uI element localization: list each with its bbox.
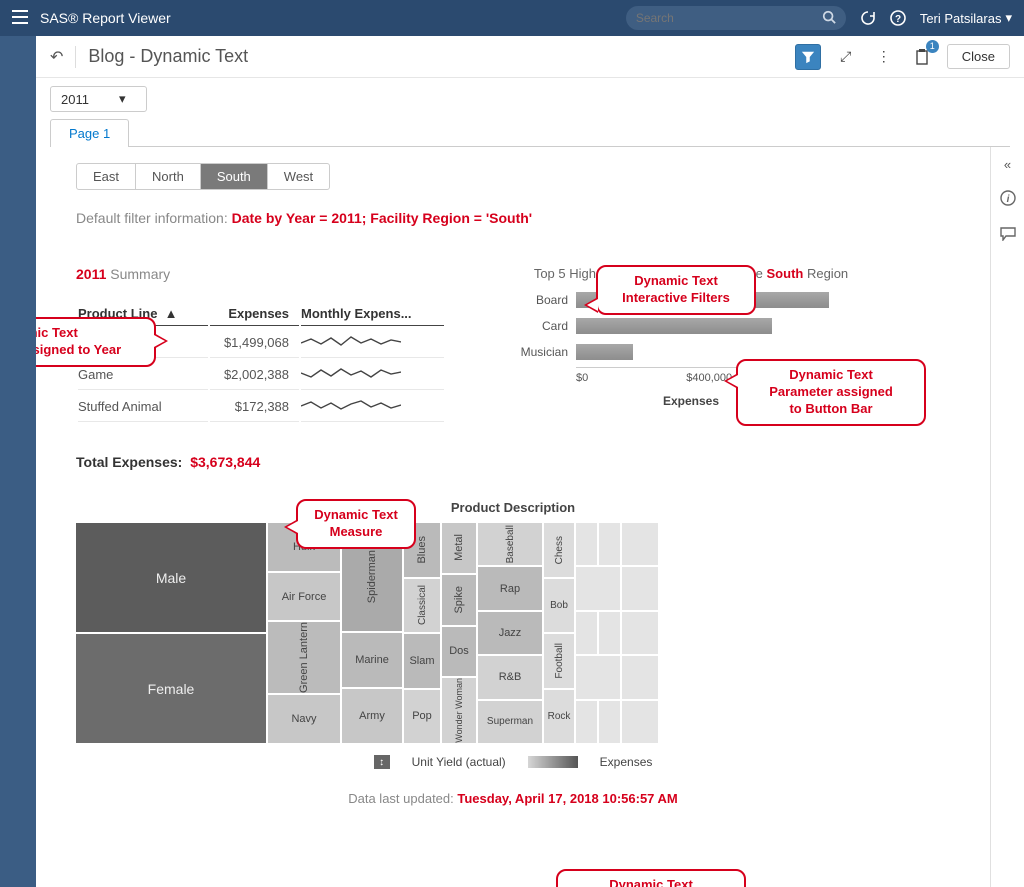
legend-color: Expenses [600, 755, 653, 769]
callout-filters: Dynamic Text Interactive Filters [596, 265, 756, 315]
tm-football[interactable]: Football [544, 634, 574, 688]
sub-toolbar: 2011 ▾ Page 1 [36, 78, 1024, 147]
canvas: ↶ Blog - Dynamic Text ⤢ ⋮ 1 Close 2011 [36, 36, 1024, 887]
updated-prefix: Data last updated: [348, 791, 457, 806]
app-title: SAS® Report Viewer [40, 10, 171, 26]
tm-male[interactable]: Male [76, 523, 266, 632]
menu-icon[interactable] [12, 10, 28, 27]
total-expenses: Total Expenses: $3,673,844 [76, 454, 446, 470]
tm-dos[interactable]: Dos [442, 627, 476, 677]
search-icon[interactable] [822, 10, 836, 27]
tm-pop[interactable]: Pop [404, 690, 440, 744]
color-gradient-icon [528, 756, 578, 768]
total-label: Total Expenses: [76, 454, 182, 470]
tm-classical[interactable]: Classical [404, 579, 440, 633]
user-name: Teri Patsilaras [920, 11, 1002, 26]
tm-green[interactable]: Green Lantern [268, 622, 340, 693]
chevron-down-icon: ▾ [119, 91, 126, 107]
col-monthly[interactable]: Monthly Expens... [301, 302, 444, 326]
workspace: ↶ Blog - Dynamic Text ⤢ ⋮ 1 Close 2011 [0, 36, 1024, 887]
table-row[interactable]: Stuffed Animal$172,388 [78, 392, 444, 422]
report-title: Blog - Dynamic Text [88, 46, 248, 67]
filter-value: Date by Year = 2011; Facility Region = '… [232, 210, 533, 226]
callout-year: Dynamic Text Parameter assigned to Year [36, 317, 156, 367]
chevron-down-icon: ▾ [1005, 10, 1012, 26]
tm-rap[interactable]: Rap [478, 567, 542, 609]
refresh-icon[interactable] [860, 10, 876, 26]
search-input[interactable] [636, 11, 822, 25]
svg-text:?: ? [895, 14, 901, 25]
summary-title: 2011 Summary [76, 266, 446, 282]
fullscreen-icon[interactable]: ⤢ [833, 44, 859, 70]
region-east[interactable]: East [77, 164, 136, 189]
tm-army[interactable]: Army [342, 689, 402, 743]
tm-slam[interactable]: Slam [404, 634, 440, 688]
tm-jazz[interactable]: Jazz [478, 612, 542, 654]
filter-toggle-icon[interactable] [795, 44, 821, 70]
tm-navy[interactable]: Navy [268, 695, 340, 743]
region-south[interactable]: South [201, 164, 268, 189]
treemap-title: Product Description [76, 500, 950, 515]
tm-metal[interactable]: Metal [442, 523, 476, 573]
filter-info: Default filter information: Date by Year… [76, 210, 950, 226]
svg-text:i: i [1006, 194, 1009, 205]
divider [75, 46, 76, 68]
tm-baseball[interactable]: Baseball [478, 523, 542, 565]
tm-rock[interactable]: Rock [544, 690, 574, 744]
info-icon[interactable]: i [1000, 190, 1016, 209]
bar-musician[interactable] [576, 344, 633, 360]
treemap-section: Product Description Male Female Hulk Air… [76, 500, 950, 769]
app-window: SAS® Report Viewer ? Teri Patsilaras ▾ ↶… [0, 0, 1024, 887]
size-swatch-icon: ↕ [374, 755, 390, 769]
more-icon[interactable]: ⋮ [871, 44, 897, 70]
updated-timestamp: Tuesday, April 17, 2018 10:56:57 AM [457, 791, 677, 806]
badge-count: 1 [926, 40, 939, 53]
region-west[interactable]: West [268, 164, 329, 189]
callout-measure: Dynamic Text Measure [296, 499, 416, 549]
treemap-legend: ↕ Unit Yield (actual) Expenses [76, 755, 950, 769]
collapse-icon[interactable]: « [1004, 157, 1011, 172]
comment-icon[interactable] [1000, 227, 1016, 244]
region-buttonbar: East North South West [76, 163, 330, 190]
year-dropdown[interactable]: 2011 ▾ [50, 86, 147, 112]
treemap: Male Female Hulk Air Force Green Lantern… [76, 523, 950, 743]
total-value: $3,673,844 [190, 454, 260, 470]
summary-year: 2011 [76, 266, 106, 282]
user-menu[interactable]: Teri Patsilaras ▾ [920, 10, 1012, 26]
callout-buttonbar: Dynamic Text Parameter assigned to Butto… [736, 359, 926, 426]
summary-suffix: Summary [106, 266, 170, 282]
bar-card[interactable] [576, 318, 772, 334]
summary-panel: 2011 Summary Product Line ▲ Expenses Mon… [76, 266, 446, 470]
col-expenses[interactable]: Expenses [210, 302, 299, 326]
tm-wonder[interactable]: Wonder Woman [442, 678, 476, 743]
tm-spike[interactable]: Spike [442, 575, 476, 625]
tm-superman[interactable]: Superman [478, 701, 542, 743]
tm-female[interactable]: Female [76, 634, 266, 743]
close-button[interactable]: Close [947, 44, 1010, 69]
year-selected: 2011 [61, 92, 89, 107]
tm-airforce[interactable]: Air Force [268, 573, 340, 621]
tm-rnb[interactable]: R&B [478, 656, 542, 698]
right-rail: « i [990, 147, 1024, 887]
left-rail [0, 36, 36, 887]
region-north[interactable]: North [136, 164, 201, 189]
tm-chess[interactable]: Chess [544, 523, 574, 577]
page-body: East North South West Default filter inf… [36, 147, 990, 887]
help-icon[interactable]: ? [890, 10, 906, 26]
filter-prefix: Default filter information: [76, 210, 232, 226]
page-tabs: Page 1 [50, 118, 1010, 147]
clipboard-icon[interactable]: 1 [909, 44, 935, 70]
search-box[interactable] [626, 6, 846, 30]
tab-page-1[interactable]: Page 1 [50, 119, 129, 147]
tm-bob[interactable]: Bob [544, 579, 574, 633]
report-toolbar: ↶ Blog - Dynamic Text ⤢ ⋮ 1 Close [36, 36, 1024, 78]
callout-modified: Dynamic Text Table Modified Time [556, 869, 746, 887]
legend-size: Unit Yield (actual) [412, 755, 506, 769]
tm-marine[interactable]: Marine [342, 633, 402, 687]
top-bar: SAS® Report Viewer ? Teri Patsilaras ▾ [0, 0, 1024, 36]
back-icon[interactable]: ↶ [50, 47, 63, 67]
last-updated: Data last updated: Tuesday, April 17, 20… [76, 791, 950, 806]
